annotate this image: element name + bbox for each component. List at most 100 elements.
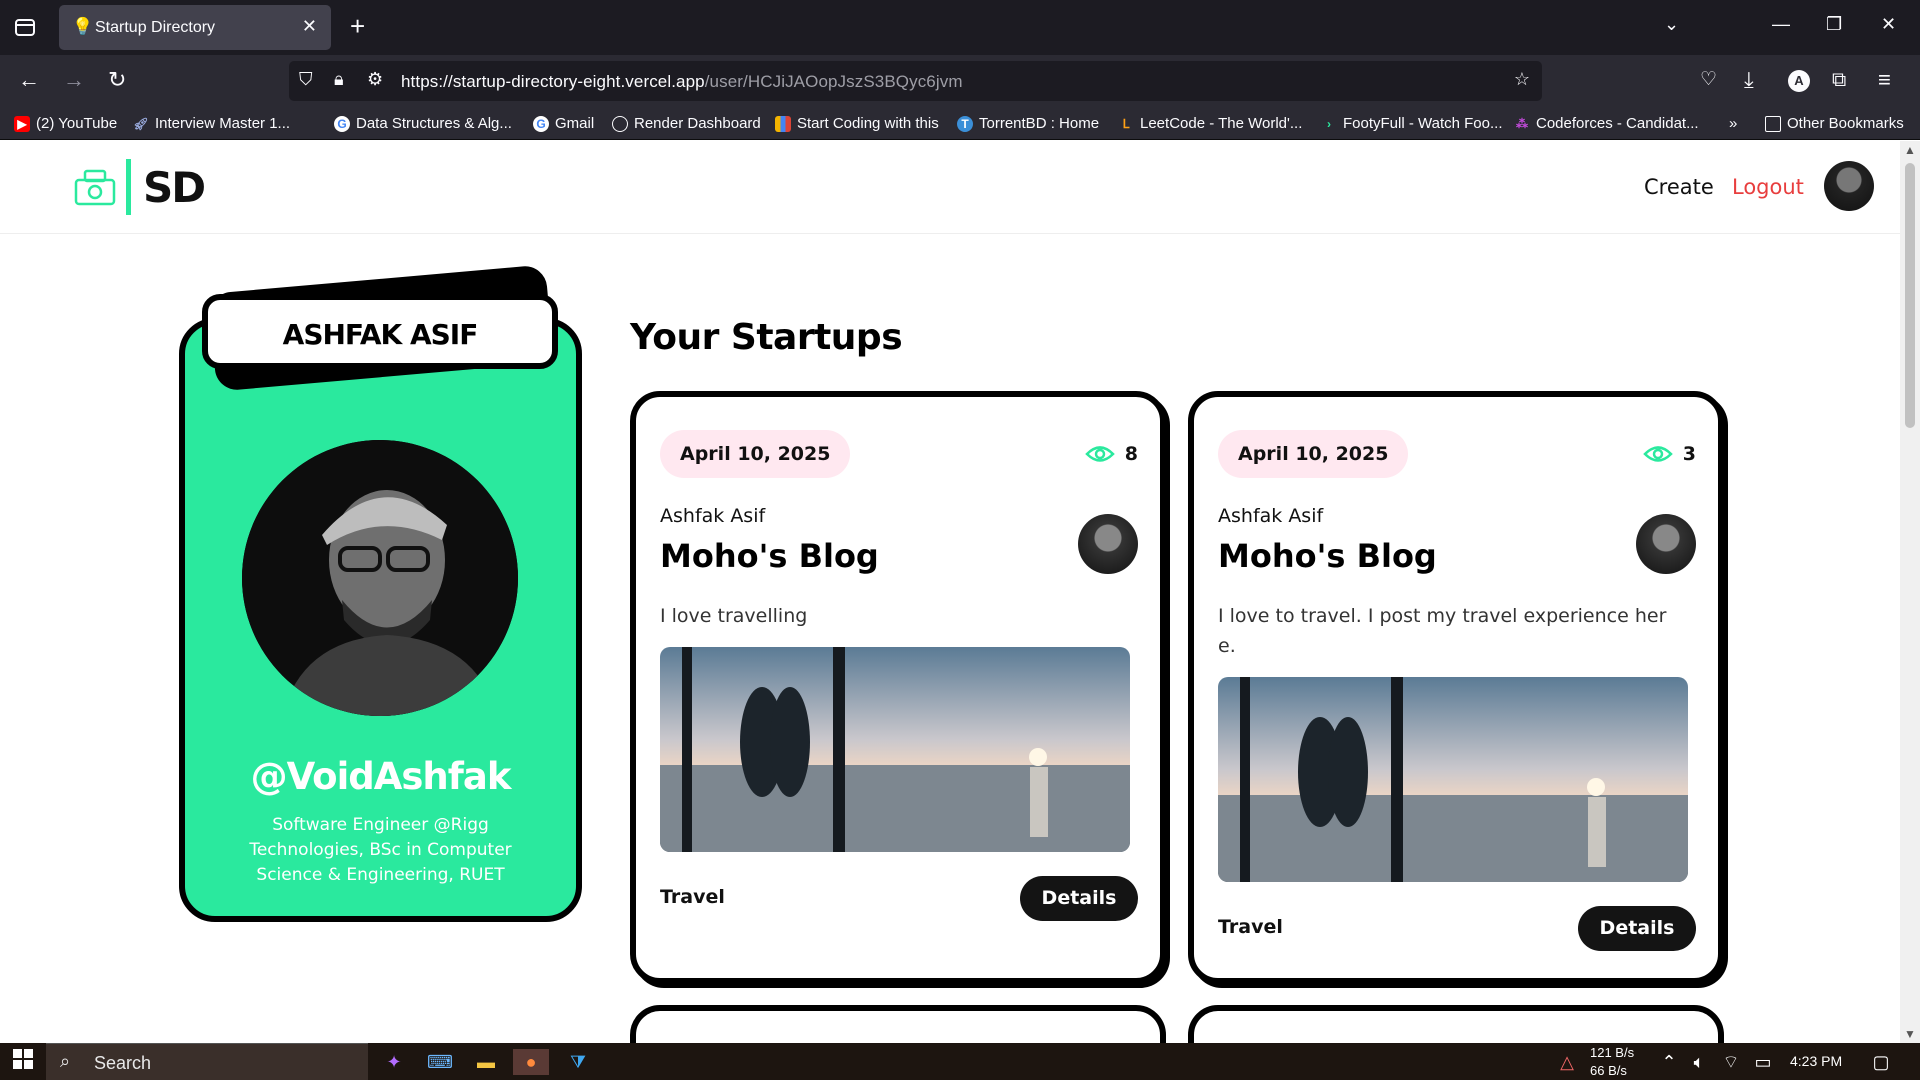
startup-author[interactable]: Ashfak Asif xyxy=(1218,505,1323,527)
page-scrollbar[interactable]: ▲ ▼ xyxy=(1900,141,1920,1043)
taskbar-search-label: Search xyxy=(94,1053,152,1073)
chevron-down-icon[interactable]: ⌄ xyxy=(1664,14,1679,35)
details-button[interactable]: Details xyxy=(1578,906,1696,951)
terminal-icon[interactable]: ⌨ xyxy=(427,1049,453,1075)
bookmarks-toolbar: ▶ (2) YouTube 🚀︎ Interview Master 1... G Da… xyxy=(0,107,1920,140)
user-avatar[interactable] xyxy=(1824,161,1874,211)
startup-description: I love travelling xyxy=(660,605,808,627)
speaker-icon[interactable]: 🔈︎ xyxy=(1686,1049,1712,1075)
permissions-icon[interactable]: ⚙︎ xyxy=(367,69,383,90)
net-upload-speed: 121 B/s xyxy=(1590,1045,1635,1060)
download-icon[interactable]: ⤓ xyxy=(1744,67,1754,93)
bookmark-start-coding[interactable]: Start Coding with this xyxy=(775,115,939,132)
browser-nav-bar: ← → ↻ ⛉ 🔒︎ ⚙︎ https://startup-directory-… xyxy=(0,55,1920,107)
page-content: SD Create Logout ASHFAK ASIF @VoidAshfak… xyxy=(0,141,1900,1043)
footyfull-icon: › xyxy=(1327,116,1331,131)
startup-description: I love to travel. I post my travel exper… xyxy=(1218,605,1667,657)
reload-icon[interactable]: ↻ xyxy=(108,67,126,93)
scroll-up-icon[interactable]: ▲ xyxy=(1904,143,1916,157)
tab-startup-directory[interactable]: 💡 Startup Directory ✕ xyxy=(59,5,331,50)
close-tab-icon[interactable]: ✕ xyxy=(302,16,317,37)
startup-date: April 10, 2025 xyxy=(660,430,851,478)
codeforces-icon: ⁂ xyxy=(1516,116,1528,131)
other-bookmarks[interactable]: Other Bookmarks xyxy=(1765,115,1904,132)
bookmark-star-icon[interactable]: ☆ xyxy=(1514,69,1530,90)
bookmark-render-dashboard[interactable]: Render Dashboard xyxy=(612,115,761,132)
search-icon: ⌕ xyxy=(60,1051,71,1071)
account-icon[interactable]: A xyxy=(1788,70,1810,92)
tab-title: Startup Directory xyxy=(95,19,216,36)
startup-card[interactable]: April 10, 2025 3 Ashfak Asif Moho's Blog… xyxy=(1188,391,1724,984)
profile-handle: @VoidAshfak xyxy=(250,755,512,798)
extensions-icon[interactable]: ⧉ xyxy=(1832,67,1846,93)
view-count-value: 3 xyxy=(1682,443,1696,465)
bookmark-youtube[interactable]: ▶ (2) YouTube xyxy=(14,115,117,132)
section-title: Your Startups xyxy=(630,317,903,358)
address-bar[interactable]: ⛉ 🔒︎ ⚙︎ https://startup-directory-eight.… xyxy=(289,61,1542,101)
pocket-icon[interactable]: ♡ xyxy=(1700,67,1717,93)
author-avatar[interactable] xyxy=(1636,514,1696,574)
close-window-icon[interactable]: ✕ xyxy=(1881,14,1896,35)
url-text[interactable]: https://startup-directory-eight.vercel.a… xyxy=(401,72,963,92)
battery-icon[interactable]: ▭ xyxy=(1750,1049,1776,1075)
startup-author[interactable]: Ashfak Asif xyxy=(660,505,765,527)
firefox-icon[interactable]: ● xyxy=(513,1049,549,1075)
profile-photo xyxy=(242,440,518,716)
scroll-down-icon[interactable]: ▼ xyxy=(1904,1027,1916,1041)
profile-bio: Software Engineer @Rigg Technologies, BS… xyxy=(249,815,512,885)
site-logo[interactable]: SD xyxy=(74,159,206,215)
shield-icon[interactable]: ⛉ xyxy=(299,69,313,90)
minimize-icon[interactable]: — xyxy=(1772,14,1790,35)
eye-icon xyxy=(1642,446,1673,462)
upload-arrow-icon: △ xyxy=(1560,1052,1574,1072)
startup-card[interactable] xyxy=(630,1005,1166,1043)
taskbar-search[interactable]: ⌕ Search xyxy=(46,1043,368,1080)
view-count: 3 xyxy=(1642,443,1696,465)
bookmark-gmail[interactable]: G Gmail xyxy=(533,115,594,132)
lock-icon[interactable]: 🔒︎ xyxy=(334,69,344,90)
startup-image[interactable] xyxy=(1218,677,1688,882)
bookmark-footyfull[interactable]: › FootyFull - Watch Foo... xyxy=(1321,115,1503,132)
copilot-icon[interactable]: ✦ xyxy=(381,1049,407,1075)
windows-start-icon[interactable] xyxy=(10,1049,36,1075)
startup-category[interactable]: Travel xyxy=(1218,916,1283,938)
view-count: 8 xyxy=(1084,443,1138,465)
bookmark-data-structures[interactable]: G Data Structures & Alg... xyxy=(334,115,512,132)
startup-image[interactable] xyxy=(660,647,1130,852)
wifi-icon[interactable]: ⌔ xyxy=(1718,1049,1744,1075)
bookmark-codeforces[interactable]: ⁂ Codeforces - Candidat... xyxy=(1514,115,1699,132)
startup-title[interactable]: Moho's Blog xyxy=(660,537,879,575)
rocket-icon: 🚀︎ xyxy=(133,116,149,131)
startup-category[interactable]: Travel xyxy=(660,886,725,908)
back-arrow-icon[interactable]: ← xyxy=(18,67,40,93)
bookmark-interview-master[interactable]: 🚀︎ Interview Master 1... xyxy=(133,115,290,132)
chevron-up-icon[interactable]: ⌃ xyxy=(1656,1049,1682,1075)
camera-logo-icon xyxy=(74,169,116,206)
restore-icon[interactable]: ❐ xyxy=(1826,14,1842,35)
eye-icon xyxy=(1084,446,1115,462)
startup-card[interactable] xyxy=(1188,1005,1724,1043)
forward-arrow-icon[interactable]: → xyxy=(63,67,85,93)
startup-date: April 10, 2025 xyxy=(1218,430,1409,478)
profile-name: ASHFAK ASIF xyxy=(282,318,479,351)
new-tab-button[interactable]: + xyxy=(350,12,365,40)
author-avatar[interactable] xyxy=(1078,514,1138,574)
clock[interactable]: 4:23 PM xyxy=(1790,1053,1842,1069)
vscode-icon[interactable]: ⧩ xyxy=(565,1049,591,1075)
bookmark-leetcode[interactable]: ᒪ LeetCode - The World'... xyxy=(1118,115,1303,132)
menu-icon[interactable]: ≡ xyxy=(1878,67,1891,93)
startup-title[interactable]: Moho's Blog xyxy=(1218,537,1437,575)
scrollbar-thumb[interactable] xyxy=(1905,163,1915,428)
bookmark-torrentbd[interactable]: T TorrentBD : Home xyxy=(957,115,1099,132)
windows-taskbar: ⌕ Search ✦ ⌨ ▬ ● ⧩ △ 121 B/s 66 B/s ⌃ 🔈︎… xyxy=(0,1043,1920,1080)
notifications-icon[interactable]: ▢ xyxy=(1868,1049,1894,1075)
create-link[interactable]: Create xyxy=(1644,175,1714,199)
view-count-value: 8 xyxy=(1124,443,1138,465)
lightbulb-icon: 💡 xyxy=(72,17,94,36)
details-button[interactable]: Details xyxy=(1020,876,1138,921)
startup-card[interactable]: April 10, 2025 8 Ashfak Asif Moho's Blog… xyxy=(630,391,1166,984)
file-explorer-icon[interactable]: ▬ xyxy=(473,1049,499,1075)
logout-link[interactable]: Logout xyxy=(1732,175,1804,199)
more-bookmarks-icon[interactable]: » xyxy=(1729,115,1737,132)
tab-list-icon[interactable] xyxy=(14,16,36,38)
